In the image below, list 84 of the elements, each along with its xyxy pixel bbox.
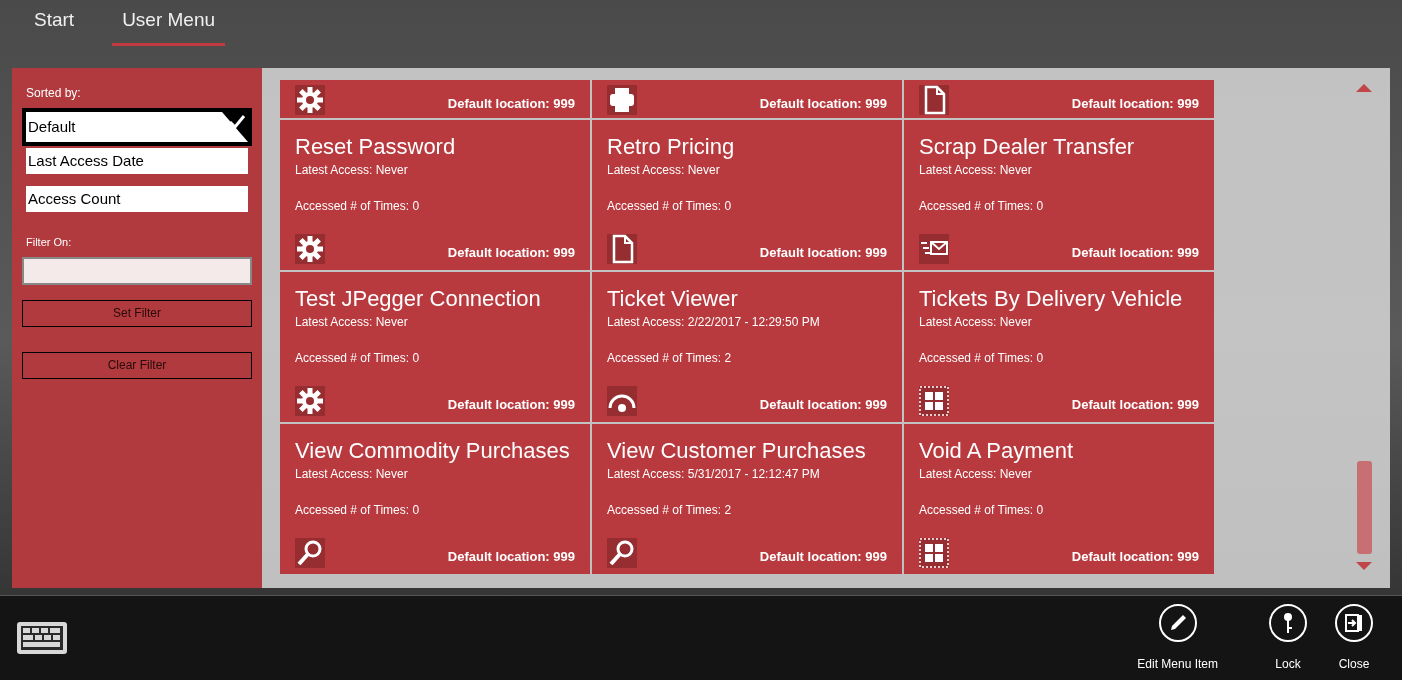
sort-option[interactable]: Access Count — [26, 186, 248, 212]
gear-icon — [295, 234, 325, 264]
document-icon — [919, 85, 949, 115]
key-icon — [1268, 603, 1308, 643]
latest-access-text: Latest Access: Never — [295, 314, 409, 330]
access-count-text: Accessed # of Times: 0 — [295, 502, 421, 518]
tab[interactable]: User Menu — [112, 6, 226, 46]
filter-field[interactable] — [22, 256, 252, 285]
tile-title: Tickets By Delivery Vehicle — [919, 285, 1184, 313]
menu-tile[interactable]: Void A Payment Latest Access: Never Accessed # of Times: 0 Default location: 999 — [904, 424, 1214, 574]
sort-option[interactable]: Default — [22, 108, 252, 146]
scroll-up-arrow-icon[interactable] — [1356, 84, 1372, 92]
app-bar-button[interactable]: Close — [1328, 603, 1380, 673]
access-count-text: Accessed # of Times: 2 — [607, 350, 733, 366]
location-label: Default location: 999 — [1071, 547, 1199, 566]
latest-access-text: Latest Access: Never — [295, 162, 409, 178]
access-count-text: Accessed # of Times: 0 — [295, 198, 421, 214]
exit-icon — [1334, 603, 1374, 643]
menu-tile[interactable]: Ticket Viewer Latest Access: 2/22/2017 - 12:29:50 PM Accessed # of Times: 2 Default location: 999 — [592, 272, 902, 422]
scroll-down-arrow-icon[interactable] — [1356, 562, 1372, 570]
menu-tile[interactable]: Default location: 999 — [904, 80, 1214, 118]
menu-tile[interactable]: Default location: 999 — [592, 80, 902, 118]
location-label: Default location: 999 — [1071, 395, 1199, 414]
search-icon — [607, 538, 637, 568]
filter-button[interactable]: Set Filter — [22, 299, 252, 327]
latest-access-text: Latest Access: Never — [607, 162, 721, 178]
keyboard-icon[interactable] — [17, 622, 67, 654]
location-label: Default location: 999 — [1071, 94, 1199, 113]
document-icon — [607, 234, 637, 264]
access-count-text: Accessed # of Times: 2 — [607, 502, 733, 518]
sort-option[interactable]: Last Access Date — [26, 148, 248, 174]
filter-button[interactable]: Clear Filter — [22, 351, 252, 379]
tile-title: View Commodity Purchases — [295, 437, 571, 465]
access-count-text: Accessed # of Times: 0 — [607, 198, 733, 214]
filter-label: Filter On: — [26, 235, 73, 250]
checkmark-icon — [222, 112, 248, 142]
access-count-text: Accessed # of Times: 0 — [919, 350, 1045, 366]
location-label: Default location: 999 — [1071, 243, 1199, 262]
location-label: Default location: 999 — [447, 547, 575, 566]
tile-title: Retro Pricing — [607, 133, 736, 161]
search-icon — [295, 538, 325, 568]
menu-tile[interactable]: Reset Password Latest Access: Never Accessed # of Times: 0 Default location: 999 — [280, 120, 590, 270]
grid-icon — [919, 538, 949, 568]
tile-title: Test JPegger Connection — [295, 285, 542, 313]
app-bar-button[interactable]: Edit Menu Item — [1137, 603, 1218, 673]
menu-tile[interactable]: Default location: 999 — [280, 80, 590, 118]
gear-icon — [295, 85, 325, 115]
latest-access-text: Latest Access: 5/31/2017 - 12:12:47 PM — [607, 466, 821, 482]
latest-access-text: Latest Access: 2/22/2017 - 12:29:50 PM — [607, 314, 821, 330]
menu-tile[interactable]: View Customer Purchases Latest Access: 5/31/2017 - 12:12:47 PM Accessed # of Times: 2 Default location: 999 — [592, 424, 902, 574]
menu-tile[interactable]: View Commodity Purchases Latest Access: Never Accessed # of Times: 0 Default location: 999 — [280, 424, 590, 574]
latest-access-text: Latest Access: Never — [919, 314, 1033, 330]
grid-icon — [919, 386, 949, 416]
app-bar-button[interactable]: Lock — [1262, 603, 1314, 673]
menu-tile[interactable]: Tickets By Delivery Vehicle Latest Access: Never Accessed # of Times: 0 Default location: 999 — [904, 272, 1214, 422]
location-label: Default location: 999 — [447, 243, 575, 262]
access-count-text: Accessed # of Times: 0 — [919, 502, 1045, 518]
location-label: Default location: 999 — [447, 94, 575, 113]
tile-title: Reset Password — [295, 133, 457, 161]
access-count-text: Accessed # of Times: 0 — [295, 350, 421, 366]
latest-access-text: Latest Access: Never — [919, 466, 1033, 482]
menu-tile[interactable]: Scrap Dealer Transfer Latest Access: Never Accessed # of Times: 0 Default location: 999 — [904, 120, 1214, 270]
latest-access-text: Latest Access: Never — [919, 162, 1033, 178]
gear-icon — [295, 386, 325, 416]
tile-title: View Customer Purchases — [607, 437, 867, 465]
tile-title: Void A Payment — [919, 437, 1075, 465]
menu-tile[interactable]: Retro Pricing Latest Access: Never Accessed # of Times: 0 Default location: 999 — [592, 120, 902, 270]
location-label: Default location: 999 — [759, 243, 887, 262]
scrollbar-thumb[interactable] — [1356, 461, 1372, 554]
tile-title: Ticket Viewer — [607, 285, 739, 313]
location-label: Default location: 999 — [447, 395, 575, 414]
location-label: Default location: 999 — [759, 395, 887, 414]
access-count-text: Accessed # of Times: 0 — [919, 198, 1045, 214]
pencil-icon — [1157, 603, 1198, 643]
tile-title: Scrap Dealer Transfer — [919, 133, 1136, 161]
location-label: Default location: 999 — [759, 94, 887, 113]
sort-label: Sorted by: — [26, 85, 82, 102]
gauge-icon — [607, 386, 637, 416]
printer-icon — [607, 85, 637, 115]
tab[interactable]: Start — [24, 6, 85, 46]
envelope-icon — [919, 234, 949, 264]
location-label: Default location: 999 — [759, 547, 887, 566]
menu-tile[interactable]: Test JPegger Connection Latest Access: Never Accessed # of Times: 0 Default location: 999 — [280, 272, 590, 422]
latest-access-text: Latest Access: Never — [295, 466, 409, 482]
